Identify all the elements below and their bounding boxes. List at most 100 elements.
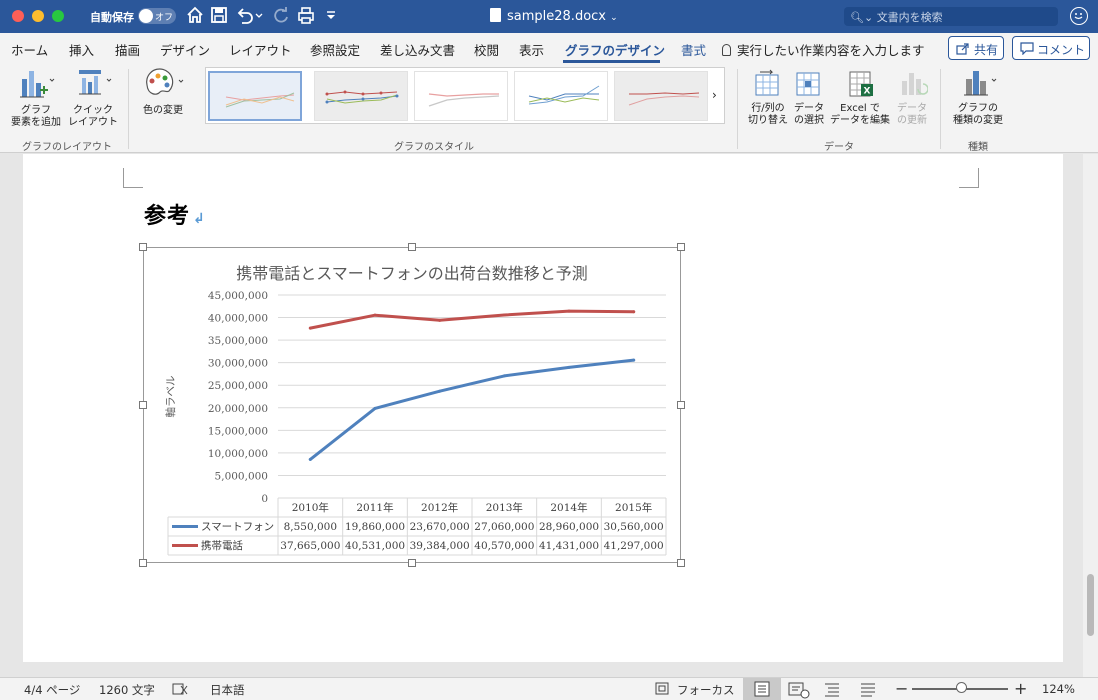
vertical-scrollbar[interactable]: [1083, 154, 1098, 677]
tab-design[interactable]: デザイン: [160, 40, 210, 59]
resize-handle[interactable]: [408, 559, 416, 567]
line-chart[interactable]: 45,000,000 40,000,000 35,000,000 30,000,000…: [144, 248, 682, 564]
refresh-data-button[interactable]: データ の更新: [893, 69, 931, 127]
tab-references[interactable]: 参照設定: [310, 40, 360, 59]
resize-handle[interactable]: [677, 401, 685, 409]
switch-row-column-button[interactable]: 行/列の 切り替え: [745, 69, 791, 127]
tab-draw[interactable]: 描画: [115, 40, 140, 59]
word-count[interactable]: 1260 文字: [99, 682, 155, 698]
feedback-smiley-icon[interactable]: [1070, 7, 1088, 25]
data-table-cell: 40,570,000: [474, 540, 534, 552]
focus-mode[interactable]: フォーカス: [677, 682, 735, 698]
toggle-knob: [139, 9, 153, 23]
autosave-toggle[interactable]: オフ: [138, 8, 176, 24]
chart-style-3[interactable]: [414, 71, 508, 121]
x-category-label: 2015年: [615, 501, 652, 514]
comments-button[interactable]: コメント: [1012, 36, 1090, 60]
save-icon[interactable]: [210, 6, 230, 26]
share-button[interactable]: 共有: [948, 36, 1004, 60]
select-data-icon: [796, 72, 820, 96]
print-icon[interactable]: [297, 6, 317, 26]
data-point: [308, 457, 312, 461]
tab-format[interactable]: 書式: [681, 40, 706, 59]
chart-style-1[interactable]: [208, 71, 302, 121]
tab-insert[interactable]: 挿入: [69, 40, 94, 59]
quick-layout-button[interactable]: クイック レイアウト: [66, 67, 120, 129]
customize-toolbar-icon[interactable]: [324, 6, 344, 26]
search-input[interactable]: 🔍︎⌄ 文書内を検索: [844, 7, 1058, 26]
zoom-out-button[interactable]: −: [895, 679, 908, 698]
change-colors-label: 色の変更: [143, 105, 183, 116]
quick-layout-label-1: クイック: [73, 105, 113, 116]
print-layout-view-button[interactable]: [743, 678, 781, 700]
zoom-window-button[interactable]: [52, 10, 64, 22]
data-point: [308, 326, 312, 330]
resize-handle[interactable]: [139, 401, 147, 409]
resize-handle[interactable]: [139, 243, 147, 251]
zoom-slider-knob[interactable]: [956, 682, 967, 693]
lightbulb-icon: [722, 44, 731, 56]
document-area: 参考 ↲ 携帯電話とスマートフォンの出荷台数推移と予測 45,000,000 40,…: [0, 154, 1083, 677]
legend-series-name: 携帯電話: [201, 539, 243, 552]
tab-chart-design[interactable]: グラフのデザイン: [565, 40, 665, 59]
tab-mailings[interactable]: 差し込み文書: [380, 40, 455, 59]
excel-icon: X: [849, 71, 873, 97]
outline-view-button[interactable]: [813, 678, 851, 700]
chart-style-2[interactable]: [314, 71, 408, 121]
share-label: 共有: [974, 43, 999, 57]
change-chart-type-icon: [964, 71, 997, 96]
add-chart-element-button[interactable]: グラフ 要素を追加: [8, 67, 64, 129]
switch-row-column-label-1: 行/列の: [751, 103, 785, 114]
ribbon-separator: [940, 69, 941, 149]
resize-handle[interactable]: [408, 243, 416, 251]
home-icon[interactable]: [186, 6, 206, 26]
edit-data-label-1: Excel で: [840, 103, 880, 114]
chevron-right-icon[interactable]: ›: [712, 88, 717, 102]
legend-series-name: スマートフォン: [201, 521, 274, 533]
search-placeholder: 文書内を検索: [876, 11, 943, 24]
comment-label: コメント: [1037, 43, 1086, 57]
draft-view-button[interactable]: [850, 678, 888, 700]
chart-object[interactable]: 携帯電話とスマートフォンの出荷台数推移と予測 45,000,000 40,000,…: [139, 243, 685, 567]
edit-data-in-excel-button[interactable]: X Excel で データを編集: [828, 69, 892, 127]
tab-review[interactable]: 校閲: [474, 40, 499, 59]
tell-me-search[interactable]: 実行したい作業内容を入力します: [722, 40, 925, 59]
chart-style-4[interactable]: [514, 71, 608, 121]
redo-icon[interactable]: [272, 6, 292, 26]
tab-view[interactable]: 表示: [519, 40, 544, 59]
resize-handle[interactable]: [677, 559, 685, 567]
series-line-feature-phone: [308, 309, 636, 330]
x-category-label: 2013年: [486, 501, 523, 514]
document-page[interactable]: 参考 ↲ 携帯電話とスマートフォンの出荷台数推移と予測 45,000,000 40,…: [23, 154, 1063, 662]
autosave-label: 自動保存: [90, 11, 134, 24]
tab-home[interactable]: ホーム: [11, 40, 48, 59]
y-tick-label: 0: [261, 493, 268, 505]
section-heading: 参考 ↲: [144, 198, 206, 230]
resize-handle[interactable]: [677, 243, 685, 251]
page-count[interactable]: 4/4 ページ: [24, 682, 80, 698]
document-title[interactable]: sample28.docx ⌄: [490, 8, 618, 24]
group-chart-styles: グラフのスタイル: [394, 142, 474, 153]
change-chart-type-button[interactable]: グラフの 種類の変更: [948, 67, 1008, 127]
word-document-icon: [490, 8, 501, 22]
data-point: [438, 318, 442, 322]
zoom-level[interactable]: 124%: [1042, 682, 1075, 696]
resize-handle[interactable]: [139, 559, 147, 567]
select-data-label-1: データ: [794, 103, 824, 114]
minimize-window-button[interactable]: [32, 10, 44, 22]
proofing-icon[interactable]: [172, 682, 188, 699]
share-icon: [956, 43, 969, 55]
select-data-button[interactable]: データ の選択: [791, 69, 827, 127]
chart-styles-gallery[interactable]: ›: [205, 67, 725, 124]
language[interactable]: 日本語: [210, 682, 245, 698]
zoom-in-button[interactable]: +: [1014, 679, 1027, 698]
close-window-button[interactable]: [12, 10, 24, 22]
chart-style-5[interactable]: [614, 71, 708, 121]
svg-text:X: X: [864, 87, 871, 97]
search-icon: 🔍︎⌄: [850, 11, 874, 24]
undo-icon[interactable]: [234, 6, 263, 26]
tab-layout[interactable]: レイアウト: [229, 40, 292, 59]
change-colors-button[interactable]: 色の変更: [136, 67, 190, 117]
scrollbar-thumb[interactable]: [1087, 574, 1094, 636]
focus-icon[interactable]: [655, 682, 669, 698]
